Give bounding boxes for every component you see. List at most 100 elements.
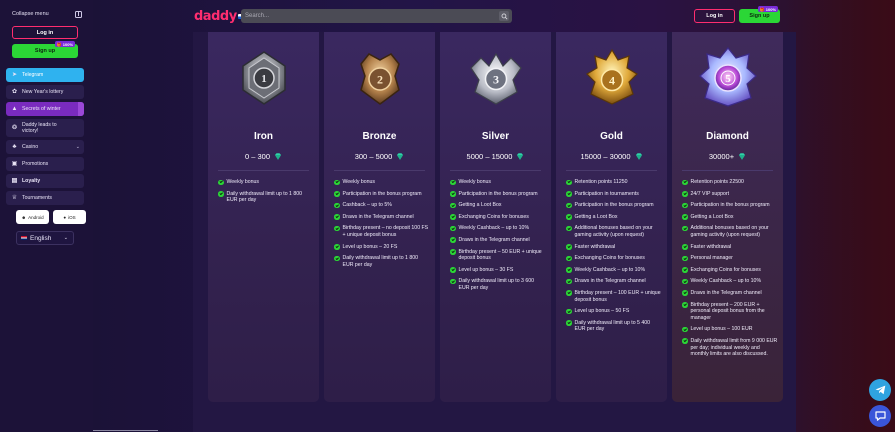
- language-label: English: [30, 234, 52, 242]
- level-card-silver: 3 Silver 5000 – 15000 Weekly bonus Parti…: [440, 32, 551, 402]
- perk-text: Daily withdrawal limit up to 1 800 EUR p…: [342, 255, 419, 268]
- check-icon: [334, 244, 340, 250]
- perk-item: Exchanging Coins for bonuses: [682, 267, 778, 274]
- level-name: Silver: [481, 131, 510, 142]
- search-input[interactable]: Search...: [241, 9, 512, 23]
- check-icon: [566, 290, 572, 296]
- scrollbar[interactable]: [93, 430, 158, 431]
- sidebar-item-label: Promotions: [22, 161, 49, 167]
- check-icon: [334, 191, 340, 197]
- perk-text: Birthday present – 100 EUR + unique depo…: [574, 289, 661, 303]
- check-icon: [682, 326, 688, 333]
- new-marker: [78, 102, 84, 116]
- perk-text: Daily withdrawal limit up to 5 400 EUR p…: [574, 319, 651, 333]
- perk-text: Personal manager: [690, 255, 733, 262]
- android-icon: ☻: [21, 214, 27, 220]
- check-icon: [334, 179, 340, 185]
- header-signup-button[interactable]: Sign up 🎁 100%: [739, 6, 780, 23]
- perk-text: Participation in the bonus program: [458, 190, 538, 197]
- chat-support-button[interactable]: [869, 405, 891, 427]
- tree-icon: ▲: [11, 105, 18, 112]
- svg-text:2: 2: [377, 73, 383, 87]
- check-icon: [450, 191, 456, 197]
- check-icon: [682, 302, 688, 308]
- svg-text:5: 5: [725, 73, 731, 85]
- perk-text: Faster withdrawal: [690, 243, 732, 250]
- sidebar-item-telegram[interactable]: ➤ Telegram: [6, 68, 84, 82]
- perk-text: Getting a Loot Box: [458, 202, 502, 209]
- check-icon: [450, 267, 456, 273]
- level-range-text: 300 – 5000: [354, 152, 393, 161]
- perk-item: Daily withdrawal limit up to 3 600 EUR p…: [450, 278, 546, 291]
- sidebar-item-tournaments[interactable]: ♕ Tournaments: [6, 191, 84, 205]
- collapse-menu-button[interactable]: Collapse menu: [12, 9, 82, 19]
- level-name: Iron: [254, 131, 273, 142]
- level-card-gold: 4 Gold 15000 – 30000 Retention points 11…: [556, 32, 667, 402]
- perk-text: Weekly bonus: [226, 179, 260, 185]
- perk-item: Daily withdrawal limit from 9 000 EUR pe…: [682, 338, 778, 358]
- level-range-text: 30000+: [708, 152, 735, 161]
- check-icon: [566, 308, 572, 315]
- sidebar-item-new-years-lottery[interactable]: ✿ New Year's lottery: [6, 85, 84, 99]
- check-icon: [450, 237, 456, 243]
- gem-icon: [275, 153, 282, 160]
- check-icon: [566, 255, 572, 262]
- site-logo[interactable]: daddy: [194, 9, 244, 24]
- sidebar-item-daddy-leads-to-victory[interactable]: ❂ Daddy leads to victory!: [6, 119, 84, 137]
- check-icon: [566, 320, 572, 326]
- check-icon: [334, 214, 340, 220]
- perk-item: Draws in the Telegram channel: [334, 214, 430, 221]
- chevron-down-icon: ⌄: [63, 235, 68, 241]
- perk-text: Level up bonus – 50 FS: [574, 308, 630, 315]
- perk-item: Birthday present – 100 EUR + unique depo…: [566, 290, 662, 303]
- perk-text: Weekly Cashback – up to 10%: [574, 266, 646, 273]
- sidebar-signup-label: Sign up: [34, 48, 56, 54]
- sidebar-item-casino[interactable]: ♣ Casino ⌄: [6, 140, 84, 154]
- perk-item: Additional bonuses based on your gaming …: [682, 225, 778, 238]
- check-icon: [450, 214, 456, 220]
- check-icon: [682, 290, 688, 296]
- perk-item: Birthday present – 50 EUR + unique depos…: [450, 249, 546, 262]
- telegram-float-button[interactable]: [869, 379, 891, 401]
- sidebar-item-label: Secrets of winter: [22, 106, 61, 112]
- perk-text: Participation in the bonus program: [574, 202, 654, 209]
- check-icon: [566, 267, 572, 273]
- sidebar-item-label: Loyalty: [22, 178, 41, 184]
- check-icon: [682, 255, 688, 262]
- telegram-icon: ➤: [11, 71, 18, 78]
- check-icon: [566, 191, 572, 197]
- perk-text: Exchanging Coins for bonuses: [458, 213, 529, 220]
- perk-text: Getting a Loot Box: [690, 213, 734, 220]
- language-select[interactable]: English ⌄: [16, 231, 74, 245]
- search-icon: [501, 13, 507, 19]
- gift-icon: 🎁: [759, 6, 765, 12]
- level-name: Bronze: [362, 131, 397, 142]
- header-login-button[interactable]: Log in: [694, 9, 735, 23]
- check-icon: [218, 191, 224, 197]
- sidebar-item-secrets-of-winter[interactable]: ▲ Secrets of winter: [6, 102, 84, 116]
- gem-icon: [517, 153, 524, 160]
- perk-text: Level up bonus – 30 FS: [458, 266, 514, 273]
- sidebar-collapse-icon[interactable]: [75, 10, 82, 18]
- chat-icon: [874, 411, 886, 421]
- android-app-button[interactable]: ☻ Android: [16, 210, 49, 224]
- sidebar-item-loyalty[interactable]: ▤ Loyalty: [6, 174, 84, 188]
- sidebar-item-promotions[interactable]: ▣ Promotions: [6, 157, 84, 171]
- check-icon: [566, 179, 572, 185]
- sidebar: Collapse menu Log in Sign up 🎁 100% ➤ Te…: [0, 0, 93, 432]
- casino-icon: ♣: [12, 143, 17, 150]
- level-range-text: 0 – 300: [244, 152, 271, 161]
- level-range: 5000 – 15000: [440, 152, 551, 161]
- perk-item: Participation in the bonus program: [682, 202, 778, 209]
- sidebar-login-button[interactable]: Log in: [12, 26, 78, 39]
- divider: [450, 170, 541, 171]
- check-icon: [682, 267, 688, 273]
- perk-text: Additional bonuses based on your gaming …: [690, 225, 769, 238]
- check-icon: [682, 202, 688, 209]
- search-button[interactable]: [499, 11, 509, 21]
- sidebar-signup-button[interactable]: Sign up 🎁 100%: [12, 41, 78, 58]
- level-name: Diamond: [706, 131, 749, 142]
- perk-list: Weekly bonus Daily withdrawal limit up t…: [218, 179, 314, 209]
- perk-item: Participation in the bonus program: [566, 202, 662, 209]
- ios-app-button[interactable]: ● iOS: [53, 210, 86, 224]
